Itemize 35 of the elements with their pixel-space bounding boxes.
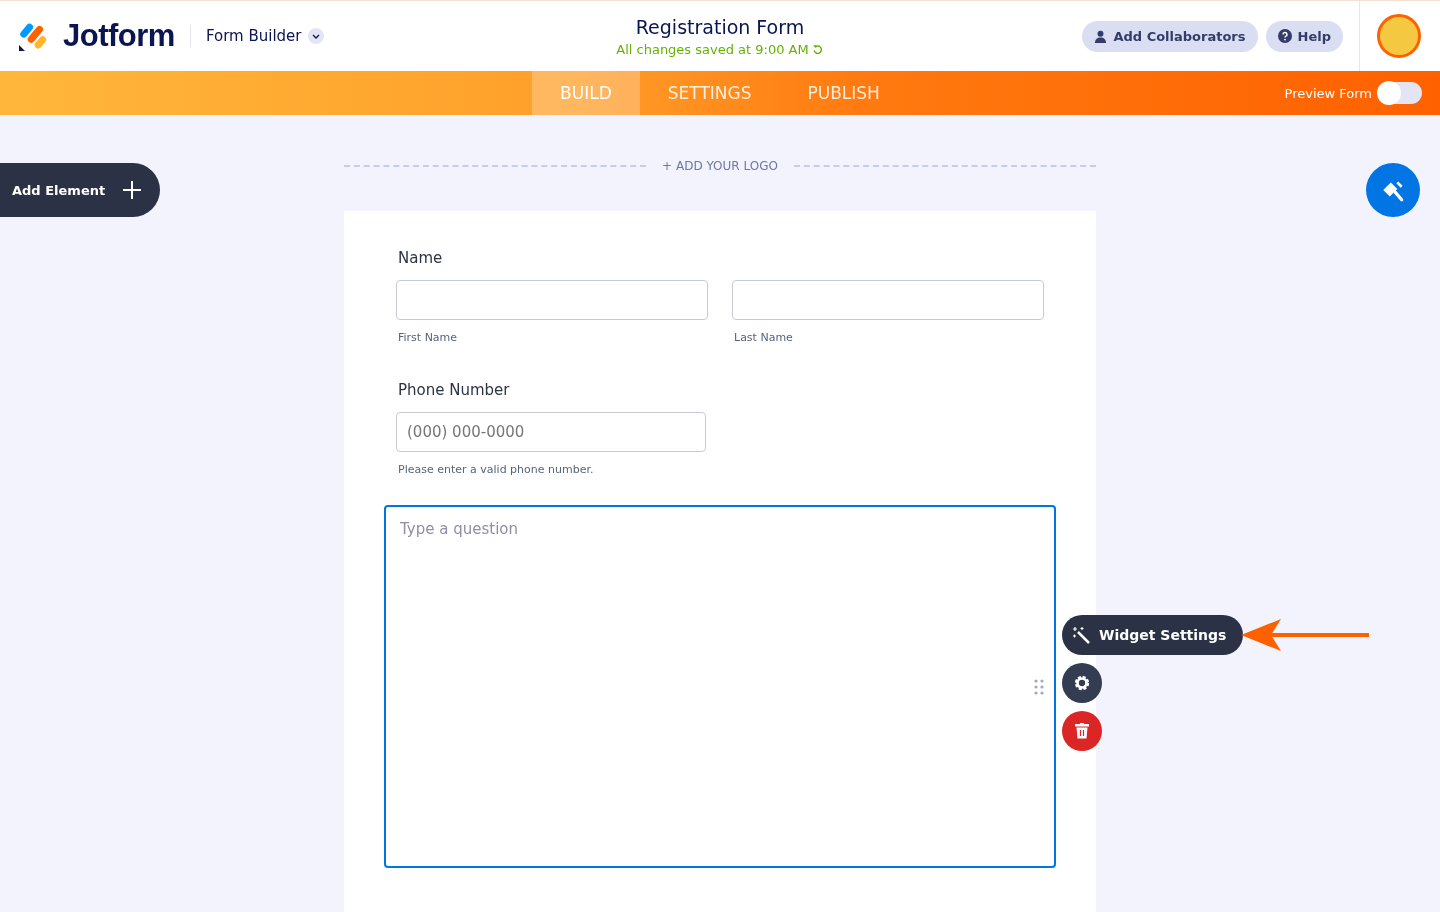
chevron-icon xyxy=(307,28,324,44)
add-element-button[interactable]: Add Element xyxy=(0,163,160,217)
form-designer-button[interactable] xyxy=(1366,163,1420,217)
drag-handle-icon[interactable] xyxy=(1034,679,1044,695)
question-input-field[interactable]: Type a question xyxy=(398,519,802,539)
trash-icon xyxy=(1075,723,1089,739)
form-title: Registration Form xyxy=(635,15,805,38)
avatar[interactable] xyxy=(1377,14,1421,58)
preview-form-label: Preview Form xyxy=(1284,85,1372,101)
text-input-field[interactable] xyxy=(396,280,708,320)
person-icon xyxy=(1094,29,1108,43)
field-hint: Please enter a valid phone number. xyxy=(398,463,595,476)
settings-icon xyxy=(1073,674,1091,692)
delete-button[interactable] xyxy=(1062,711,1102,751)
magic-wand-icon xyxy=(1072,626,1090,644)
form-builder-dropdown[interactable]: Form Builder xyxy=(205,27,324,45)
save-status: All changes saved at 9:00 AM xyxy=(616,41,809,57)
sublabel: First Name xyxy=(398,331,459,344)
plus-icon xyxy=(122,180,142,200)
settings-button[interactable] xyxy=(1062,663,1102,703)
field-label: Name xyxy=(398,249,444,267)
phone-input-field[interactable]: (000) 000-0000 xyxy=(396,412,706,452)
widget-settings-button[interactable]: Widget Settings xyxy=(1062,615,1244,655)
refresh-icon xyxy=(812,43,824,55)
brand-name: Jotform xyxy=(63,18,175,54)
add-collaborators-button[interactable]: Add Collaborators xyxy=(1082,20,1258,52)
help-button[interactable]: Help xyxy=(1265,20,1343,52)
help-icon xyxy=(1277,29,1292,43)
text-input-field[interactable] xyxy=(732,280,1044,320)
field-label: Phone Number xyxy=(398,381,511,399)
preview-toggle[interactable] xyxy=(1378,82,1422,104)
add-logo-link[interactable]: + ADD YOUR LOGO xyxy=(662,159,778,173)
sublabel: Last Name xyxy=(734,331,794,344)
question-widget[interactable]: Type a question xyxy=(384,505,1056,868)
logo-icon xyxy=(19,21,49,51)
